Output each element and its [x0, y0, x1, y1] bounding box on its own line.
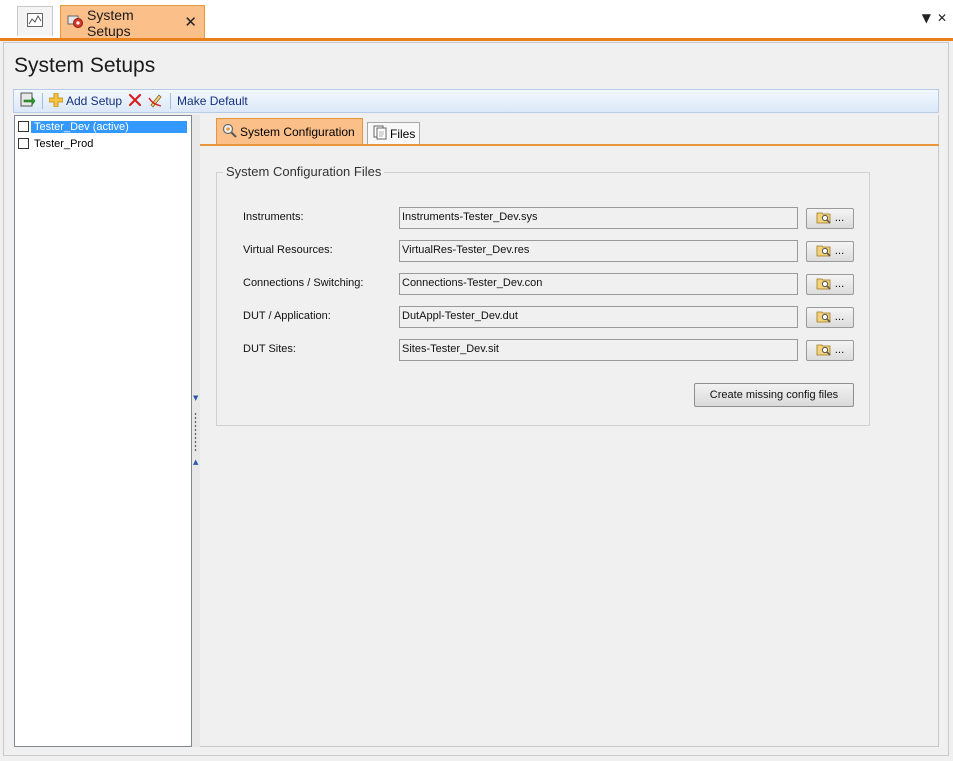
instruments-file-field[interactable]: Instruments-Tester_Dev.sys — [399, 207, 798, 229]
import-icon — [20, 92, 36, 111]
browse-label: ... — [834, 312, 845, 323]
edit-pencil-icon — [148, 92, 164, 111]
toolbar: Add Setup Make Default — [13, 89, 939, 113]
virtual-resources-file-field[interactable]: VirtualRes-Tester_Dev.res — [399, 240, 798, 262]
browse-dut-application-button[interactable]: ... — [806, 307, 854, 328]
panel-splitter[interactable]: ▼ ▲ — [192, 115, 200, 747]
close-tab-icon[interactable]: ✕ — [184, 15, 197, 30]
field-label: Virtual Resources: — [243, 244, 333, 256]
tab-label: Files — [390, 126, 416, 141]
collapse-down-icon[interactable]: ▼ — [193, 394, 198, 402]
config-files-group: System Configuration Files Instruments: … — [216, 164, 870, 426]
files-icon — [373, 125, 387, 143]
home-tab[interactable] — [17, 6, 53, 36]
toolbar-separator — [42, 93, 43, 109]
browse-virtual-resources-button[interactable]: ... — [806, 241, 854, 262]
page-title: System Setups — [14, 54, 156, 77]
setup-label: Tester_Prod — [34, 137, 94, 150]
setup-gear-icon — [67, 13, 83, 32]
delete-setup-button[interactable] — [125, 91, 145, 111]
tab-system-configuration[interactable]: System Configuration — [216, 118, 363, 144]
chart-icon — [27, 13, 43, 30]
tab-underline — [0, 38, 953, 41]
list-item[interactable]: Tester_Dev (active) — [15, 118, 191, 135]
folder-search-icon — [816, 342, 832, 359]
tab-files[interactable]: Files — [367, 122, 420, 144]
connections-file-field[interactable]: Connections-Tester_Dev.con — [399, 273, 798, 295]
group-title: System Configuration Files — [223, 164, 385, 179]
tab-underline — [200, 144, 939, 146]
rename-setup-button[interactable] — [145, 91, 167, 111]
folder-search-icon — [816, 276, 832, 293]
field-label: DUT Sites: — [243, 343, 296, 355]
tab-label: System Configuration — [240, 124, 355, 139]
collapse-up-icon[interactable]: ▲ — [193, 458, 198, 466]
details-panel: System Configuration Files System Config… — [200, 115, 939, 747]
close-window-icon[interactable]: ✕ — [937, 11, 947, 25]
config-row-dut-application: DUT / Application: DutAppl-Tester_Dev.du… — [243, 306, 863, 328]
document-tab-strip: System Setups ✕ ▼ ✕ — [0, 0, 953, 41]
tab-label: System Setups — [87, 6, 134, 39]
folder-search-icon — [816, 243, 832, 260]
setup-list[interactable]: Tester_Dev (active) Tester_Prod — [14, 115, 192, 747]
config-row-instruments: Instruments: Instruments-Tester_Dev.sys … — [243, 207, 863, 229]
browse-dut-sites-button[interactable]: ... — [806, 340, 854, 361]
field-label: DUT / Application: — [243, 310, 331, 322]
browse-label: ... — [834, 345, 845, 356]
delete-icon — [128, 93, 142, 110]
browse-instruments-button[interactable]: ... — [806, 208, 854, 229]
folder-search-icon — [816, 309, 832, 326]
field-label: Instruments: — [243, 211, 304, 223]
make-default-label: Make Default — [177, 94, 248, 108]
config-search-icon — [222, 123, 237, 141]
add-setup-label: Add Setup — [66, 94, 123, 108]
toolbar-separator — [170, 93, 172, 109]
setup-label: Tester_Dev (active) — [31, 120, 187, 133]
splitter-grip[interactable] — [194, 412, 197, 452]
make-default-button[interactable]: Make Default — [174, 91, 251, 111]
dut-sites-file-field[interactable]: Sites-Tester_Dev.sit — [399, 339, 798, 361]
system-setups-tab[interactable]: System Setups ✕ — [60, 5, 205, 39]
config-row-connections: Connections / Switching: Connections-Tes… — [243, 273, 863, 295]
setup-checkbox[interactable] — [18, 138, 29, 149]
setup-checkbox[interactable] — [18, 121, 29, 132]
dut-application-file-field[interactable]: DutAppl-Tester_Dev.dut — [399, 306, 798, 328]
folder-search-icon — [816, 210, 832, 227]
tab-list-dropdown-icon[interactable]: ▼ — [922, 11, 931, 25]
config-row-virtual-resources: Virtual Resources: VirtualRes-Tester_Dev… — [243, 240, 863, 262]
browse-connections-button[interactable]: ... — [806, 274, 854, 295]
config-row-dut-sites: DUT Sites: Sites-Tester_Dev.sit ... — [243, 339, 863, 361]
add-setup-button[interactable]: Add Setup — [46, 91, 125, 111]
browse-label: ... — [834, 213, 845, 224]
create-missing-config-button[interactable]: Create missing config files — [694, 383, 854, 407]
browse-label: ... — [834, 279, 845, 290]
field-label: Connections / Switching: — [243, 277, 364, 289]
browse-label: ... — [834, 246, 845, 257]
import-setup-button[interactable] — [17, 91, 39, 111]
plus-icon — [48, 92, 64, 110]
list-item[interactable]: Tester_Prod — [15, 135, 191, 152]
